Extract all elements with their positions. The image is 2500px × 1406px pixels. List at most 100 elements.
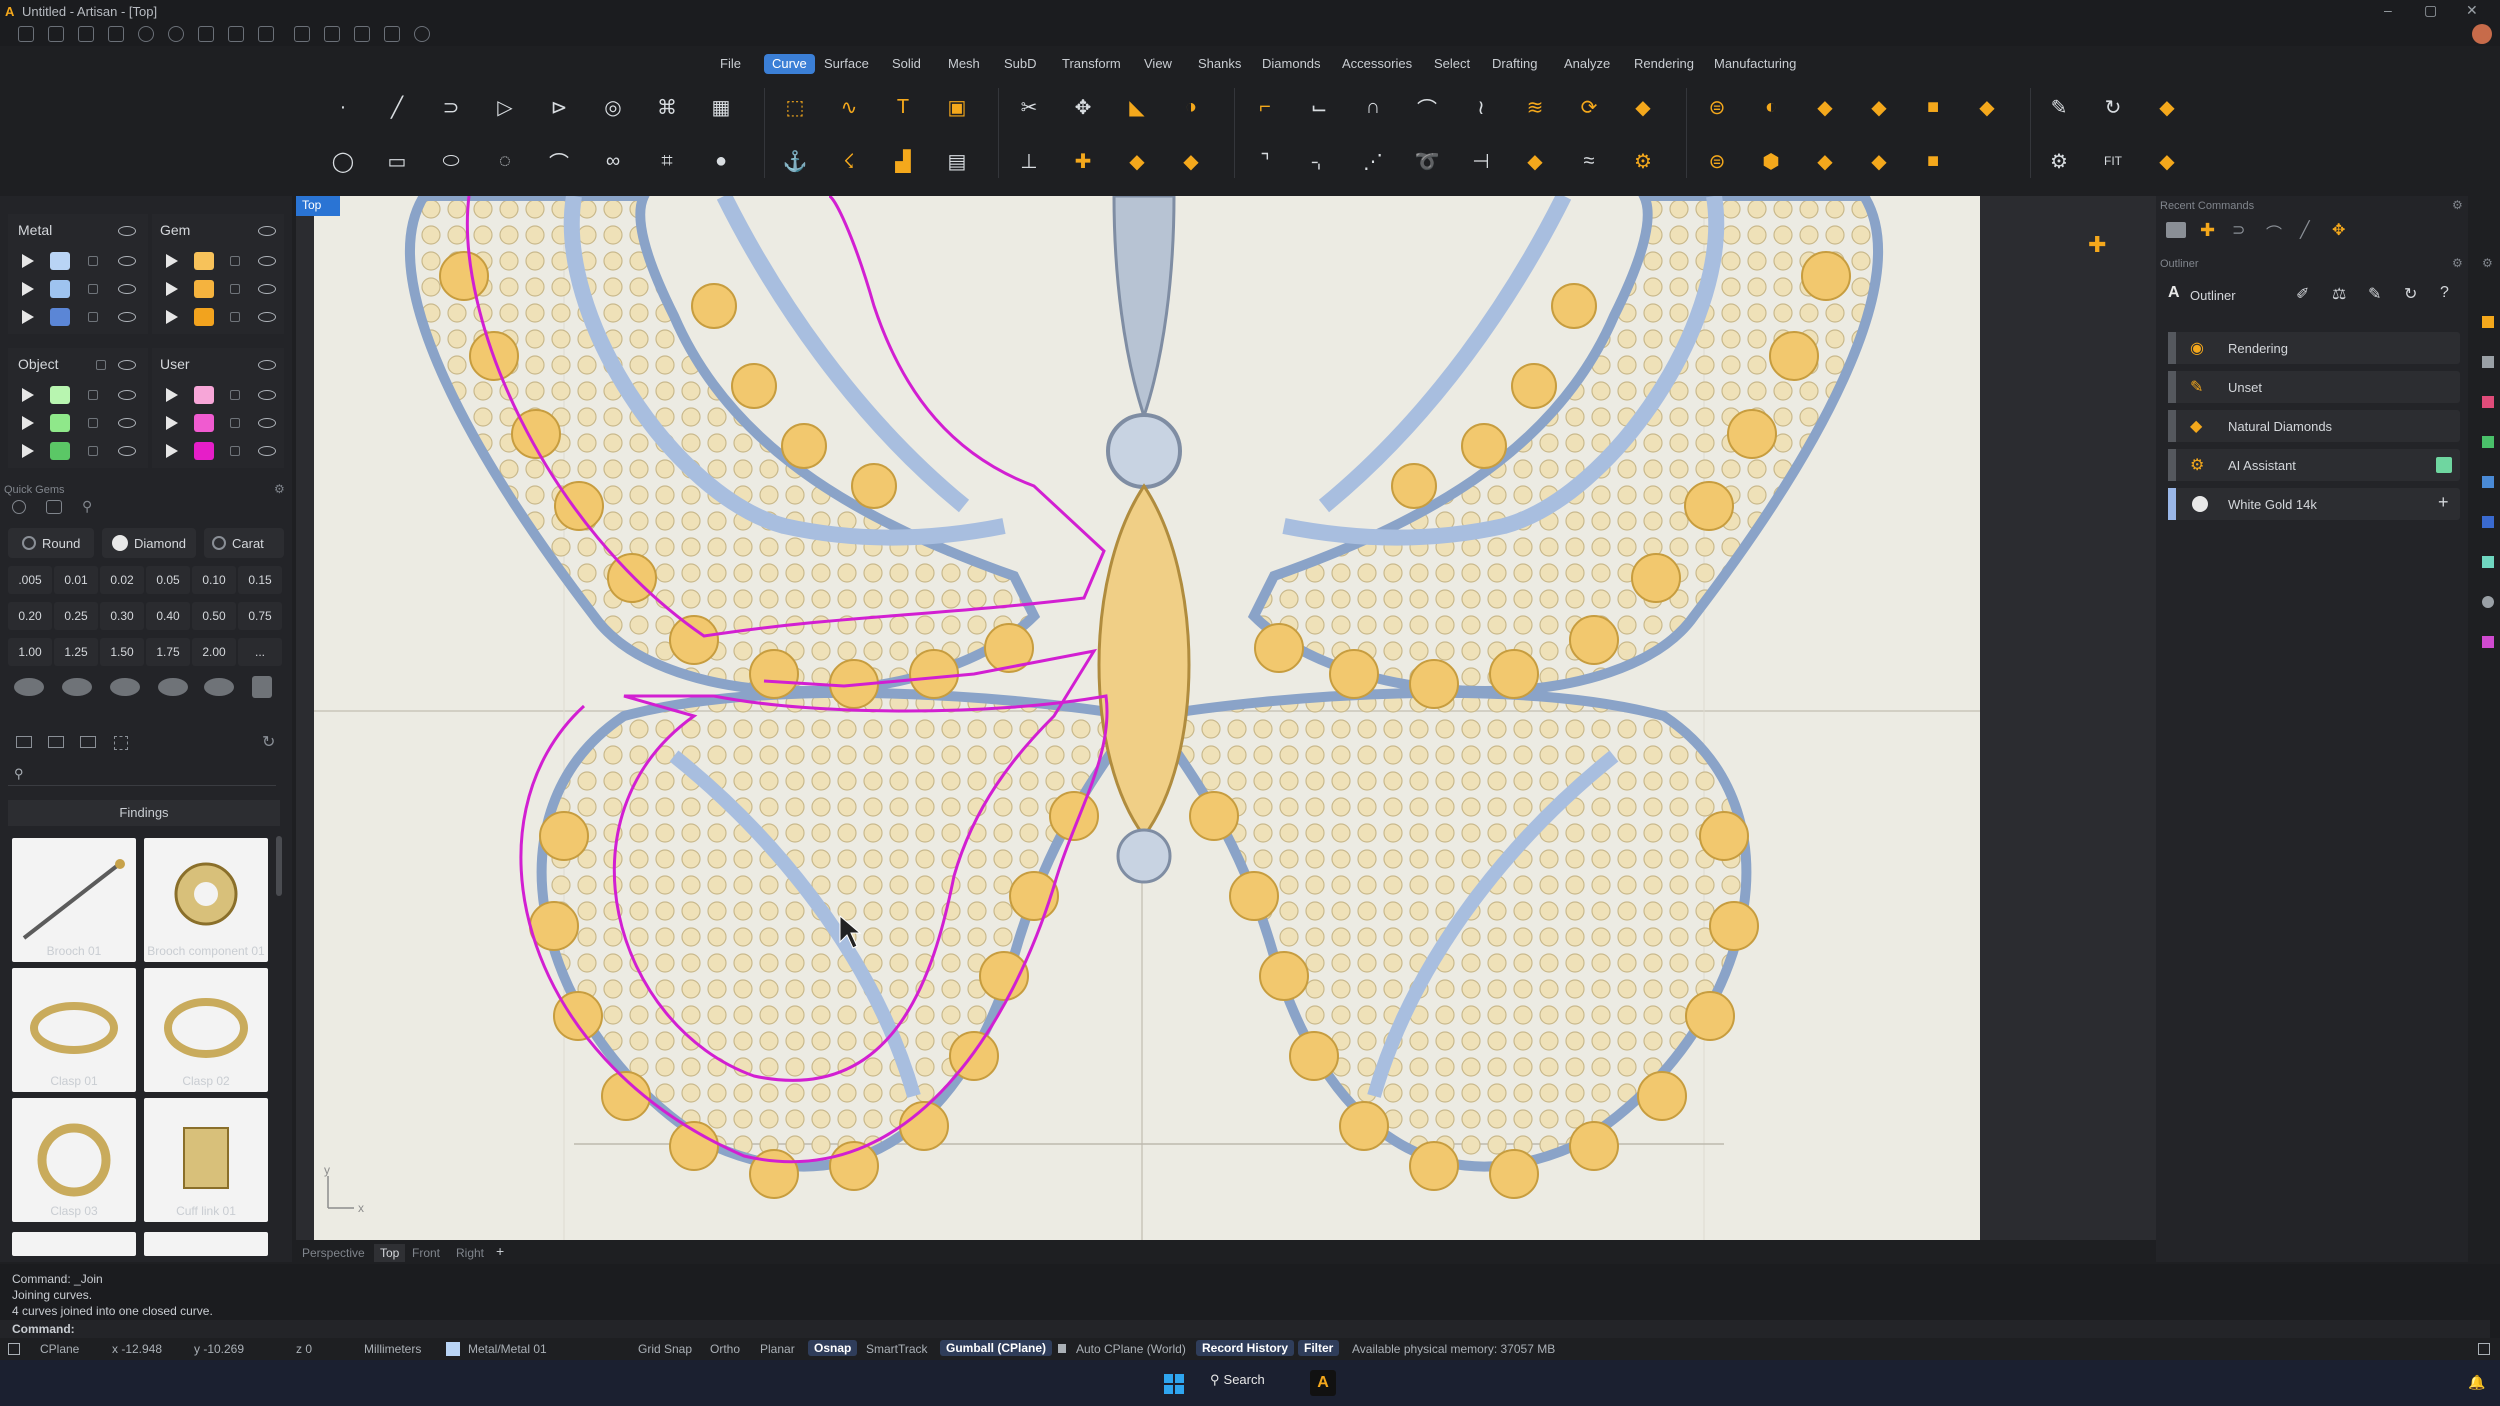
text-curve-icon[interactable]: T [884, 88, 922, 126]
gem-size-button[interactable]: 1.00 [8, 638, 52, 666]
render-settings-icon[interactable]: ⚙ [2040, 142, 2078, 180]
redo-icon[interactable] [168, 26, 184, 42]
sidebar-icon[interactable] [2482, 476, 2494, 488]
curve-match-icon[interactable]: ⌒ [1408, 88, 1446, 126]
eye-icon[interactable] [118, 418, 136, 428]
library-search[interactable]: ⚲ [8, 764, 276, 786]
layer-color-swatch[interactable] [50, 386, 70, 404]
measure-icon[interactable] [294, 26, 310, 42]
dashed-curve-icon[interactable]: ⋰ [1354, 142, 1392, 180]
layer-color-swatch[interactable] [194, 414, 214, 432]
help-icon[interactable]: ? [2440, 284, 2449, 302]
eye-icon[interactable] [118, 284, 136, 294]
status-ortho[interactable]: Ortho [710, 1342, 740, 1356]
recent-command-icon[interactable]: ╱ [2300, 220, 2310, 240]
layer-color-swatch[interactable] [194, 280, 214, 298]
gem-size-button[interactable]: 0.40 [146, 602, 190, 630]
gem-size-button[interactable]: 0.10 [192, 566, 236, 594]
cube-icon[interactable]: ■ [1914, 142, 1952, 180]
eye-icon[interactable] [118, 226, 136, 236]
artisan-taskbar-icon[interactable]: A [1310, 1370, 1336, 1396]
move-points-icon[interactable]: ✥ [1064, 88, 1102, 126]
perpendicular-icon[interactable]: ⊣ [1462, 142, 1500, 180]
recent-command-icon[interactable]: ⌒ [2266, 220, 2282, 244]
ring-rail-icon[interactable]: ◐ [1752, 88, 1790, 126]
layer-swatch[interactable] [446, 1342, 460, 1356]
recent-command-icon[interactable] [2166, 222, 2186, 238]
eye-icon[interactable] [118, 446, 136, 456]
eye-icon[interactable] [258, 360, 276, 370]
panel-toggle-icon[interactable] [8, 1343, 20, 1355]
lock-icon[interactable] [88, 256, 98, 266]
gem-size-button[interactable]: 0.15 [238, 566, 282, 594]
recent-command-icon[interactable]: ✥ [2332, 220, 2345, 240]
save-folder-icon[interactable] [80, 736, 96, 748]
balance-icon[interactable]: ⚖ [2332, 284, 2346, 304]
open-icon[interactable] [78, 26, 94, 42]
play-icon[interactable] [166, 254, 178, 268]
fillet-curve-icon[interactable]: ⌐ [1246, 88, 1284, 126]
gear-icon[interactable]: ⚙ [2452, 198, 2463, 212]
eye-icon[interactable] [258, 418, 276, 428]
settings-icon[interactable] [414, 26, 430, 42]
trim-icon[interactable]: ⊥ [1010, 142, 1048, 180]
user-avatar[interactable] [2472, 24, 2492, 44]
library-item-thumbnail[interactable] [144, 1232, 268, 1256]
library-category[interactable]: Findings [8, 800, 280, 826]
menu-accessories[interactable]: Accessories [1334, 54, 1420, 74]
gem-size-button[interactable]: 0.20 [8, 602, 52, 630]
layer-color-swatch[interactable] [50, 414, 70, 432]
close-icon[interactable]: ✕ [2466, 2, 2478, 19]
settings-curve-icon[interactable]: ⚙ [1624, 142, 1662, 180]
menu-subd[interactable]: SubD [996, 54, 1045, 74]
maximize-icon[interactable]: ▢ [2424, 2, 2437, 19]
status-filter[interactable]: Filter [1298, 1340, 1340, 1356]
gem-material-selector[interactable]: Diamond [102, 528, 196, 558]
outliner-row[interactable]: ⚙ AI Assistant [2168, 449, 2460, 481]
menu-view[interactable]: View [1136, 54, 1180, 74]
recent-command-icon[interactable]: ⊃ [2232, 220, 2245, 240]
recent-command-icon[interactable]: ✚ [2200, 220, 2215, 241]
lock-icon[interactable] [230, 446, 240, 456]
join-icon[interactable]: ✚ [1064, 142, 1102, 180]
gem-tool-2-icon[interactable] [46, 500, 62, 514]
lock-icon[interactable] [88, 390, 98, 400]
offset-curve-icon[interactable]: ≋ [1516, 88, 1554, 126]
menu-analyze[interactable]: Analyze [1556, 54, 1618, 74]
gem-preset-icon[interactable] [110, 678, 140, 696]
lock-icon[interactable] [88, 312, 98, 322]
refresh-curve-icon[interactable]: ↻ [2094, 88, 2132, 126]
gem-preset-icon[interactable] [252, 676, 272, 698]
outliner-row[interactable]: White Gold 14k + [2168, 488, 2460, 520]
point-icon[interactable]: · [324, 88, 362, 126]
status-planar[interactable]: Planar [760, 1342, 795, 1356]
bezel-icon[interactable]: ⬢ [1752, 142, 1790, 180]
layer-color-swatch[interactable] [50, 442, 70, 460]
outliner-row[interactable]: ✎ Unset [2168, 371, 2460, 403]
eye-icon[interactable] [258, 226, 276, 236]
lock-icon[interactable] [88, 418, 98, 428]
command-input[interactable]: Command: [0, 1320, 2490, 1338]
sketch-curve-icon[interactable]: ∿ [830, 88, 868, 126]
gem-size-button[interactable]: 0.01 [54, 566, 98, 594]
gem-size-button[interactable]: 2.00 [192, 638, 236, 666]
arc-2-icon[interactable]: ⌒ [540, 142, 578, 180]
gem-preset-icon[interactable] [14, 678, 44, 696]
new-template-icon[interactable] [48, 26, 64, 42]
curve-shape-icon[interactable]: ◆ [1624, 88, 1662, 126]
add-tab-icon[interactable]: + [496, 1243, 504, 1259]
gem-plate-icon[interactable]: ◆ [1968, 88, 2006, 126]
gem-size-button[interactable]: ... [238, 638, 282, 666]
layer-color-swatch[interactable] [194, 308, 214, 326]
eye-icon[interactable] [118, 256, 136, 266]
polyline-icon[interactable]: ⊃ [432, 88, 470, 126]
image-icon[interactable]: ▟ [884, 142, 922, 180]
prong-icon[interactable]: ◆ [1806, 142, 1844, 180]
sidebar-icon[interactable] [2482, 316, 2494, 328]
corner-2-icon[interactable]: ⌍ [1300, 142, 1338, 180]
gem-size-button[interactable]: 0.02 [100, 566, 144, 594]
gem-size-button[interactable]: 1.75 [146, 638, 190, 666]
outliner-tab-label[interactable]: Outliner [2190, 288, 2236, 303]
status-osnap[interactable]: Osnap [808, 1340, 858, 1356]
ring-profile-icon[interactable]: ⊜ [1698, 88, 1736, 126]
